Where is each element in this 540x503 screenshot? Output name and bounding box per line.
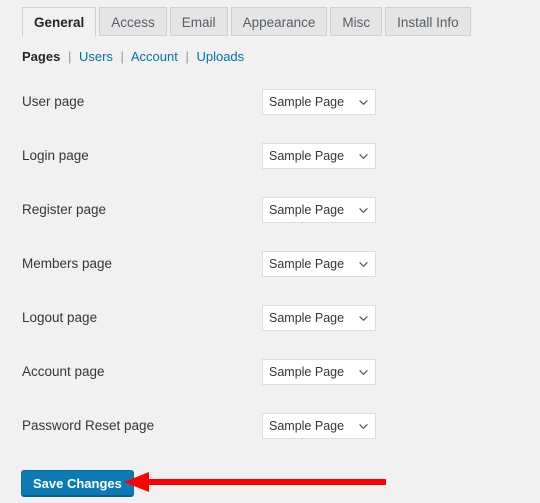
save-changes-label: Save Changes xyxy=(33,476,122,491)
subnav-separator-3: | xyxy=(185,49,189,64)
select-logout-page[interactable]: Sample Page xyxy=(262,305,376,331)
select-user-page-value: Sample Page xyxy=(269,95,345,109)
form-row-password-reset-page: Password Reset page Sample Page xyxy=(0,406,540,460)
chevron-down-icon xyxy=(359,206,368,215)
field-members-page: Sample Page xyxy=(262,251,376,277)
form-row-account-page: Account page Sample Page xyxy=(0,352,540,406)
tab-appearance[interactable]: Appearance xyxy=(230,7,328,36)
red-arrow-annotation-icon xyxy=(122,468,386,496)
tab-access[interactable]: Access xyxy=(99,7,167,36)
form-row-logout-page: Logout page Sample Page xyxy=(0,298,540,352)
tab-email[interactable]: Email xyxy=(169,7,228,36)
subnav-separator-2: | xyxy=(120,49,124,64)
label-logout-page: Logout page xyxy=(22,310,98,325)
chevron-down-icon xyxy=(359,368,368,377)
field-password-reset-page: Sample Page xyxy=(262,413,376,439)
label-account-page: Account page xyxy=(22,364,105,379)
tab-email-label: Email xyxy=(181,15,216,30)
field-register-page: Sample Page xyxy=(262,197,376,223)
label-user-page: User page xyxy=(22,94,85,109)
form-row-members-page: Members page Sample Page xyxy=(0,244,540,298)
tab-install-info[interactable]: Install Info xyxy=(385,7,471,36)
select-password-reset-page[interactable]: Sample Page xyxy=(262,413,376,439)
save-changes-button[interactable]: Save Changes xyxy=(21,470,134,497)
select-register-page[interactable]: Sample Page xyxy=(262,197,376,223)
select-login-page-value: Sample Page xyxy=(269,149,345,163)
field-account-page: Sample Page xyxy=(262,359,376,385)
form-row-register-page: Register page Sample Page xyxy=(0,190,540,244)
field-logout-page: Sample Page xyxy=(262,305,376,331)
select-register-page-value: Sample Page xyxy=(269,203,345,217)
subnav-item-pages[interactable]: Pages xyxy=(22,49,60,64)
subnav-item-uploads[interactable]: Uploads xyxy=(196,49,244,64)
select-members-page[interactable]: Sample Page xyxy=(262,251,376,277)
chevron-down-icon xyxy=(359,422,368,431)
tab-appearance-label: Appearance xyxy=(242,15,316,30)
label-login-page: Login page xyxy=(22,148,89,163)
tab-misc[interactable]: Misc xyxy=(330,7,383,36)
settings-tab-bar: General Access Email Appearance Misc Ins… xyxy=(0,0,540,37)
chevron-down-icon xyxy=(359,314,368,323)
select-account-page-value: Sample Page xyxy=(269,365,345,379)
chevron-down-icon xyxy=(359,152,368,161)
tab-general[interactable]: General xyxy=(22,7,97,37)
subnav-item-users[interactable]: Users xyxy=(79,49,113,64)
select-members-page-value: Sample Page xyxy=(269,257,345,271)
select-login-page[interactable]: Sample Page xyxy=(262,143,376,169)
label-register-page: Register page xyxy=(22,202,107,217)
select-password-reset-page-value: Sample Page xyxy=(269,419,345,433)
subnav-breadcrumb: Pages | Users | Account | Uploads xyxy=(22,47,244,67)
subnav-separator-1: | xyxy=(67,49,72,64)
select-user-page[interactable]: Sample Page xyxy=(262,89,376,115)
tab-misc-label: Misc xyxy=(342,15,371,30)
tab-install-info-label: Install Info xyxy=(397,15,459,30)
label-password-reset-page: Password Reset page xyxy=(22,418,155,433)
tab-access-label: Access xyxy=(111,15,155,30)
select-account-page[interactable]: Sample Page xyxy=(262,359,376,385)
field-user-page: Sample Page xyxy=(262,89,376,115)
pages-settings-form: User page Sample Page Login page Sample … xyxy=(0,82,540,460)
chevron-down-icon xyxy=(359,98,368,107)
subnav-item-account[interactable]: Account xyxy=(131,49,178,64)
label-members-page: Members page xyxy=(22,256,113,271)
tab-general-label: General xyxy=(34,15,85,30)
select-logout-page-value: Sample Page xyxy=(269,311,345,325)
chevron-down-icon xyxy=(359,260,368,269)
field-login-page: Sample Page xyxy=(262,143,376,169)
form-row-login-page: Login page Sample Page xyxy=(0,136,540,190)
form-row-user-page: User page Sample Page xyxy=(0,82,540,136)
